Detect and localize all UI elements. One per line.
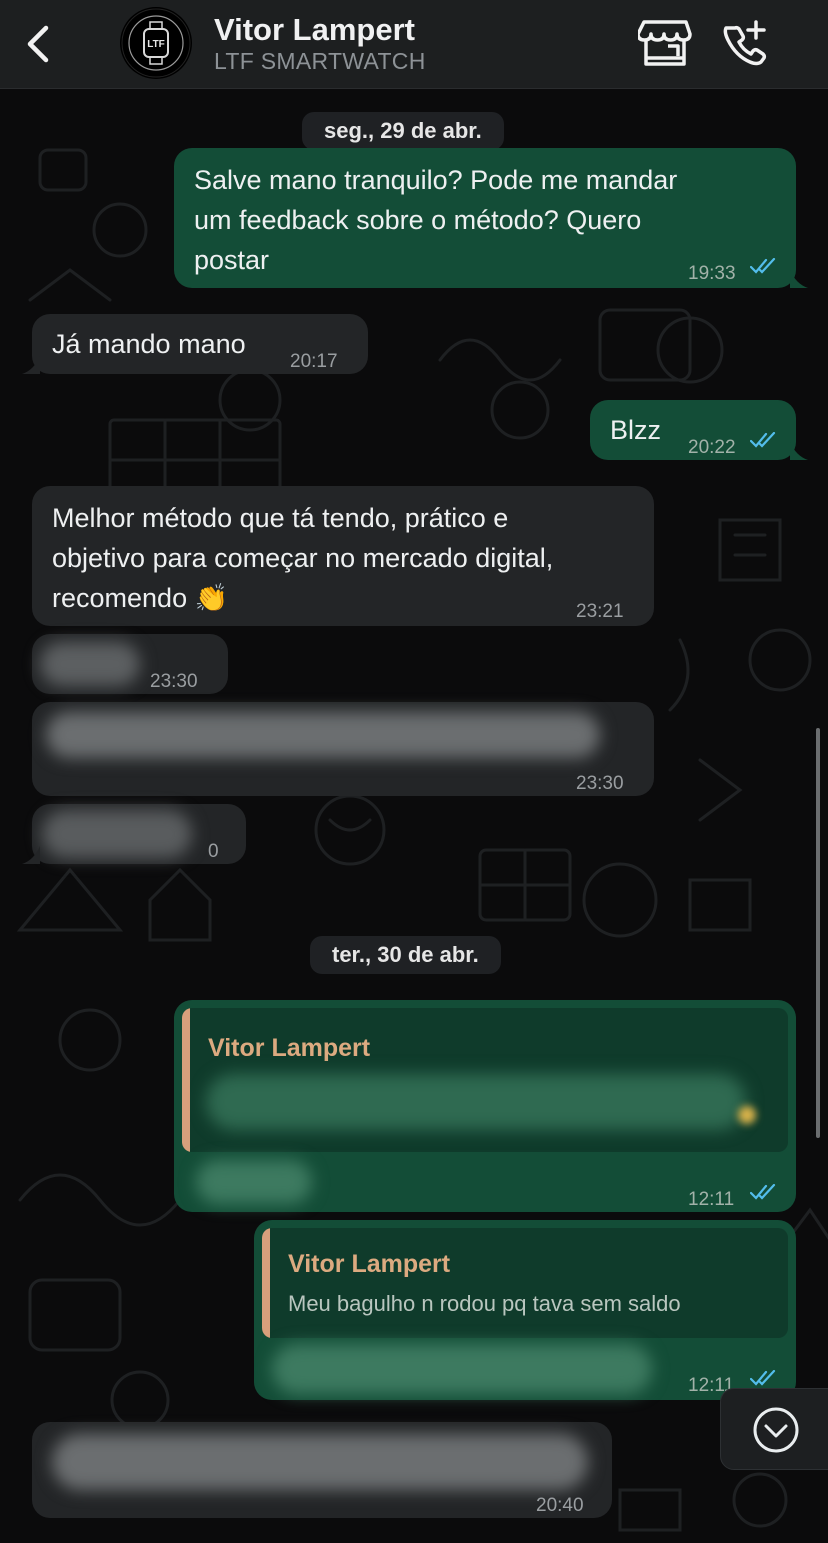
message-time: 23:30 (150, 671, 198, 692)
message-line: Melhor método que tá tendo, prático e (52, 503, 509, 533)
chevron-left-icon[interactable] (18, 22, 62, 66)
message-time: 20:40 (536, 1495, 584, 1516)
blurred-content (196, 1160, 312, 1204)
storefront-icon[interactable] (638, 18, 692, 68)
message-time: 20:17 (290, 351, 338, 372)
message-bubble-outgoing-reply[interactable]: Vitor Lampert Meu bagulho n rodou pq tav… (254, 1220, 796, 1400)
scroll-to-bottom-button[interactable] (720, 1388, 828, 1470)
message-bubble-incoming[interactable]: 20:40 (32, 1422, 612, 1518)
avatar[interactable]: LTF (120, 7, 192, 79)
date-divider: seg., 29 de abr. (302, 112, 504, 150)
blurred-content (52, 1434, 588, 1490)
quote-accent-bar (262, 1228, 270, 1338)
message-time: 23:30 (576, 773, 624, 794)
quote-accent-bar (182, 1008, 190, 1152)
blurred-content (40, 642, 140, 686)
message-time: 19:33 (688, 263, 736, 284)
message-text: Já mando mano (52, 329, 246, 359)
message-line: recomendo 👏 (52, 583, 229, 613)
message-line: objetivo para começar no mercado digital… (52, 543, 554, 573)
bubble-tail (22, 356, 40, 374)
message-line: um feedback sobre o método? Quero (194, 205, 642, 235)
blurred-emoji (738, 1106, 756, 1124)
scrollbar[interactable] (816, 728, 820, 1138)
bubble-tail (790, 442, 808, 460)
read-ticks-icon (750, 432, 776, 448)
contact-name[interactable]: Vitor Lampert (214, 12, 415, 48)
message-bubble-incoming[interactable]: Já mando mano 20:17 (32, 314, 368, 374)
message-bubble-incoming[interactable]: 23:30 (32, 634, 228, 694)
message-text: Blzz (610, 415, 662, 445)
message-bubble-outgoing[interactable]: Blzz 20:22 (590, 400, 796, 460)
blurred-content (272, 1344, 652, 1394)
chevron-down-circle-icon (753, 1407, 799, 1453)
read-ticks-icon (750, 258, 776, 274)
message-time: 0 (208, 841, 219, 862)
message-line: Salve mano tranquilo? Pode me mandar (194, 165, 678, 195)
message-bubble-incoming[interactable]: Melhor método que tá tendo, prático e ob… (32, 486, 654, 626)
quoted-message[interactable]: Vitor Lampert Meu bagulho n rodou pq tav… (262, 1228, 788, 1338)
quote-author: Vitor Lampert (288, 1250, 451, 1278)
read-ticks-icon (750, 1184, 776, 1200)
message-bubble-outgoing-reply[interactable]: Vitor Lampert 12:11 (174, 1000, 796, 1212)
blurred-content (46, 712, 600, 758)
add-call-icon[interactable] (718, 18, 772, 68)
blurred-content (206, 1074, 746, 1130)
avatar-text: LTF (147, 39, 165, 50)
message-time: 12:11 (688, 1189, 735, 1210)
quote-author: Vitor Lampert (208, 1034, 371, 1062)
ltf-logo-icon: LTF (121, 8, 191, 78)
bubble-tail (22, 846, 40, 864)
read-ticks-icon (750, 1370, 776, 1386)
message-line: postar (194, 245, 270, 275)
quoted-message[interactable]: Vitor Lampert (182, 1008, 788, 1152)
chat-header: LTF Vitor Lampert LTF SMARTWATCH (0, 0, 828, 89)
bubble-tail (790, 270, 808, 288)
contact-subtitle[interactable]: LTF SMARTWATCH (214, 48, 426, 75)
date-divider: ter., 30 de abr. (310, 936, 501, 974)
message-time: 23:21 (576, 601, 624, 622)
message-bubble-incoming[interactable]: 23:30 (32, 702, 654, 796)
message-bubble-incoming[interactable]: 0 (32, 804, 246, 864)
message-bubble-outgoing[interactable]: Salve mano tranquilo? Pode me mandar um … (174, 148, 796, 288)
quote-text: Meu bagulho n rodou pq tava sem saldo (288, 1291, 681, 1316)
message-time: 20:22 (688, 437, 736, 458)
blurred-content (42, 810, 192, 858)
